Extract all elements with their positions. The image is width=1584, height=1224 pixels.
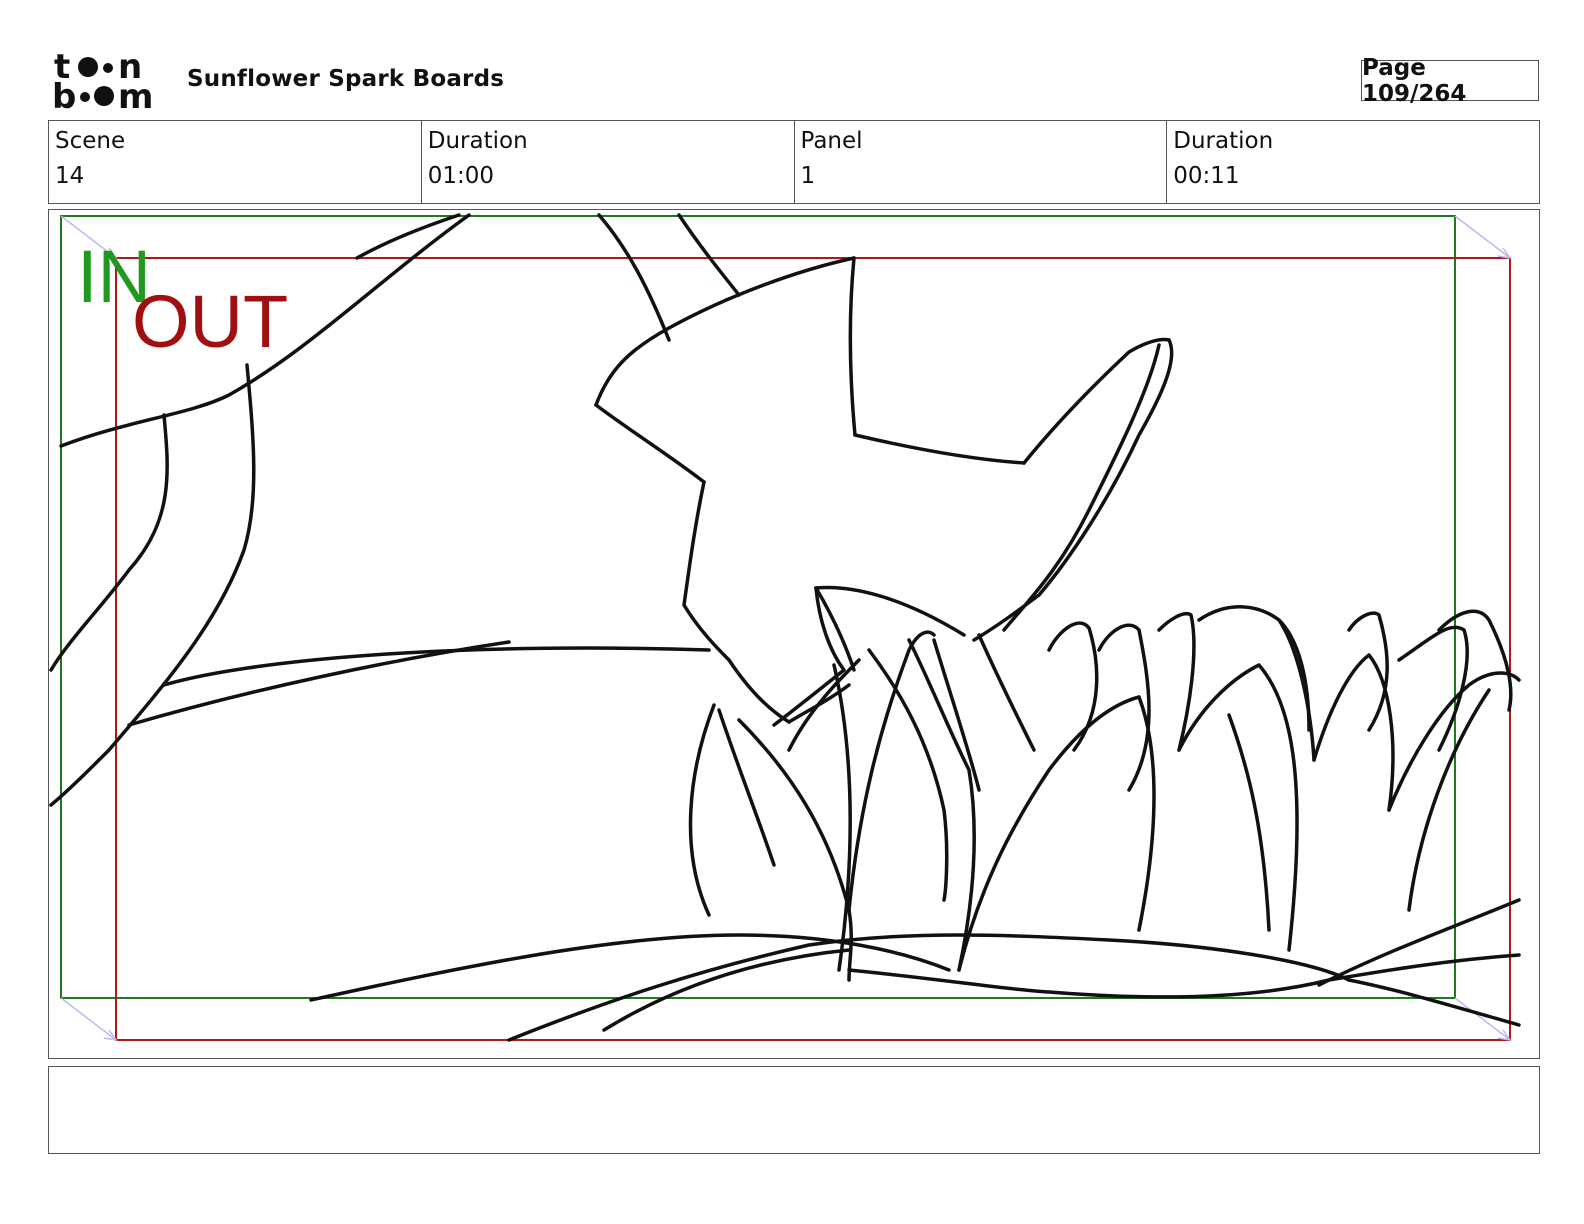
scene-duration-cell: Duration 01:00 [422, 121, 795, 203]
panel-notes-box [48, 1066, 1540, 1154]
camera-out-frame [115, 257, 1511, 1041]
svg-text:b: b [52, 77, 76, 112]
scene-label: Scene [55, 128, 126, 154]
scene-duration-label: Duration [427, 128, 528, 154]
panel-label: Panel [800, 128, 863, 154]
panel-cell: Panel 1 [795, 121, 1168, 203]
scene-value: 14 [55, 163, 85, 189]
scene-cell: Scene 14 [49, 121, 422, 203]
panel-duration-cell: Duration 00:11 [1167, 121, 1539, 203]
storyboard-panel: IN OUT [48, 209, 1540, 1059]
toon-boom-logo: t n b m [52, 47, 164, 117]
scene-duration-value: 01:00 [427, 163, 495, 189]
project-title: Sunflower Spark Boards [187, 66, 505, 92]
svg-text:m: m [118, 77, 153, 112]
scene-info-table: Scene 14 Duration 01:00 Panel 1 Duration… [48, 120, 1540, 204]
page-indicator: Page 109/264 [1361, 55, 1539, 107]
panel-duration-value: 00:11 [1173, 163, 1240, 189]
panel-value: 1 [800, 163, 816, 189]
camera-out-label: OUT [132, 280, 289, 363]
panel-duration-label: Duration [1173, 128, 1274, 154]
